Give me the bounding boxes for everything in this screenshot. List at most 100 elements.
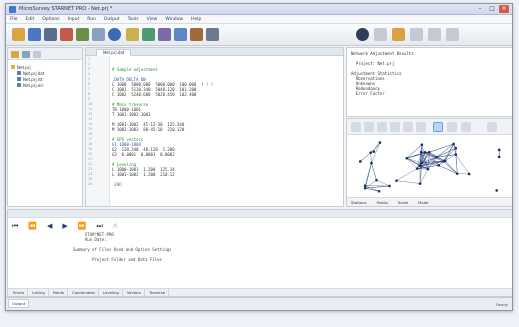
tree-item[interactable]: Net.prj.err (11, 82, 79, 88)
zoom-in-icon[interactable] (351, 122, 361, 132)
measure-icon[interactable] (447, 122, 457, 132)
menu-options[interactable]: Options (42, 17, 59, 22)
fast-forward-icon[interactable]: ⏩ (78, 222, 87, 230)
run-adjustment-icon[interactable] (108, 28, 121, 41)
close-button[interactable]: × (499, 5, 509, 13)
tab-vectors[interactable]: Vectors (124, 289, 145, 296)
network-station-point[interactable] (405, 156, 409, 160)
network-station-point[interactable] (363, 186, 367, 190)
find-icon[interactable] (416, 122, 426, 132)
network-station-point[interactable] (467, 172, 471, 176)
next-icon[interactable]: ▶ (62, 222, 67, 230)
tab-traverse[interactable]: Traverse (146, 289, 170, 296)
network-station-point[interactable] (415, 167, 419, 170)
data-file-editor[interactable]: Net.prj.dat 1 2 3 4 5 6 7 8 9 10 11 12 13 14 15 16 17 18 1… (85, 47, 344, 207)
sketch-icon[interactable] (126, 28, 139, 41)
edit-icon[interactable] (92, 28, 105, 41)
network-station-point[interactable] (437, 164, 441, 167)
redo-icon[interactable] (428, 28, 441, 41)
zoom-icon[interactable] (374, 28, 387, 41)
settings-icon[interactable] (356, 28, 369, 41)
network-station-point[interactable] (378, 141, 382, 144)
ellipse-icon[interactable] (461, 122, 471, 132)
network-station-point[interactable] (420, 143, 424, 146)
tab-listing[interactable]: Listing (29, 289, 49, 296)
tab-leveling[interactable]: Leveling (100, 289, 123, 296)
help-icon[interactable] (446, 28, 459, 41)
line-number: 19 (88, 147, 93, 151)
status-output-tab[interactable]: Output (8, 299, 30, 308)
network-station-point[interactable] (455, 172, 459, 175)
menu-file[interactable]: File (10, 17, 18, 22)
network-station-point[interactable] (420, 161, 424, 165)
network-station-point[interactable] (454, 146, 458, 150)
zoom-extents-icon[interactable] (403, 122, 413, 132)
undo-icon[interactable] (410, 28, 423, 41)
tab-coordinates[interactable]: Coordinates (69, 289, 99, 296)
maximize-button[interactable]: □ (487, 5, 497, 13)
code-area[interactable]: # Sample adjustment .DATA DELTA ON C 1000… (112, 57, 343, 187)
pan-icon[interactable] (390, 122, 400, 132)
new-project-icon[interactable] (12, 28, 25, 41)
network-station-point[interactable] (375, 178, 378, 182)
network-station-point[interactable] (419, 150, 423, 154)
network-station-point[interactable] (435, 155, 438, 159)
options-icon[interactable] (487, 122, 497, 132)
network-station-point[interactable] (454, 153, 458, 156)
check-icon[interactable] (142, 28, 155, 41)
network-observation-line (370, 142, 381, 153)
network-station-point[interactable] (427, 150, 431, 154)
network-station-point[interactable] (358, 160, 362, 163)
menu-window[interactable]: Window (165, 17, 183, 22)
line-number: 3 (88, 67, 91, 71)
network-station-point[interactable] (372, 150, 376, 153)
network-station-point[interactable] (426, 167, 430, 171)
editor-tab[interactable]: Net.prj.dat (96, 49, 132, 56)
points-icon[interactable] (190, 28, 203, 41)
zoom-window-icon[interactable] (377, 122, 387, 132)
menu-edit[interactable]: Edit (26, 17, 35, 22)
refresh-icon[interactable] (33, 51, 41, 58)
previous-icon[interactable]: ◀ (47, 222, 52, 230)
plot-icon[interactable] (174, 28, 187, 41)
network-station-point[interactable] (418, 164, 422, 168)
network-station-point[interactable] (443, 159, 447, 163)
network-plot[interactable] (347, 136, 512, 198)
input-data-icon[interactable] (76, 28, 89, 41)
open-icon[interactable] (28, 28, 41, 41)
menu-input[interactable]: Input (68, 17, 80, 22)
network-station-point[interactable] (452, 142, 455, 146)
file-icon[interactable] (22, 51, 30, 58)
network-station-point[interactable] (418, 182, 422, 185)
print-icon[interactable] (60, 28, 73, 41)
save-icon[interactable] (44, 28, 57, 41)
menu-run[interactable]: Run (87, 17, 96, 22)
menu-output[interactable]: Output (104, 17, 120, 22)
menu-view[interactable]: View (147, 17, 158, 22)
network-station-point[interactable] (377, 189, 381, 193)
rewind-icon[interactable]: ⏪ (28, 222, 37, 230)
pointer-icon[interactable]: ☝ (113, 222, 117, 230)
select-icon[interactable] (433, 122, 443, 132)
network-station-point[interactable] (363, 184, 367, 188)
export-icon[interactable] (206, 28, 219, 41)
network-station-point[interactable] (369, 151, 372, 154)
folder-icon[interactable] (11, 51, 19, 58)
minimize-button[interactable]: – (475, 5, 485, 13)
last-icon[interactable]: ⏭ (97, 222, 103, 230)
tab-points[interactable]: Points (50, 289, 69, 296)
listing-icon[interactable] (158, 28, 171, 41)
menu-help[interactable]: Help (191, 17, 201, 22)
network-station-point[interactable] (495, 189, 498, 192)
menu-tools[interactable]: Tools (128, 17, 139, 22)
network-station-point[interactable] (370, 161, 373, 165)
network-station-point[interactable] (497, 148, 501, 152)
tab-errors[interactable]: Errors (10, 289, 29, 296)
zoom-out-icon[interactable] (364, 122, 374, 132)
first-icon[interactable]: ⏮ (12, 222, 18, 230)
network-station-point[interactable] (388, 184, 391, 188)
network-station-point[interactable] (395, 179, 398, 182)
tools-icon[interactable] (392, 28, 405, 41)
network-station-point[interactable] (497, 155, 501, 159)
network-station-point[interactable] (423, 150, 427, 154)
